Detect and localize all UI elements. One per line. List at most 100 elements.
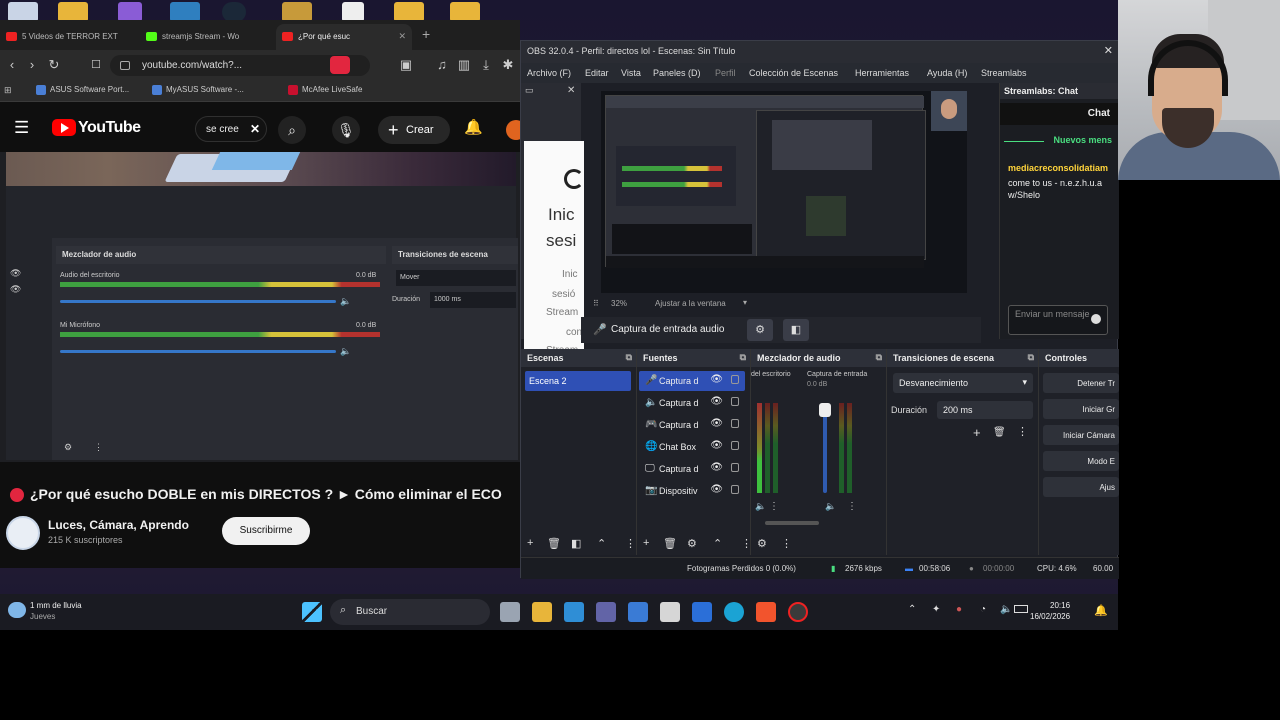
youtube-search-input[interactable]: se cree ✕ xyxy=(195,116,267,142)
trash-icon[interactable]: 🗑 xyxy=(547,537,561,550)
dock-icon[interactable]: ▭ xyxy=(525,85,534,96)
start-virtual-camera-button[interactable]: Iniciar Cámara xyxy=(1043,425,1119,445)
bookmark-icon[interactable]: ☐ xyxy=(88,57,104,73)
wifi-icon[interactable]: ◔ xyxy=(980,604,986,615)
app-icon[interactable] xyxy=(118,2,142,22)
menu-perfil[interactable]: Perfil xyxy=(715,68,736,78)
new-tab-icon[interactable]: + xyxy=(422,26,430,42)
source-item[interactable]: 🎮 Captura d 👁 xyxy=(639,415,745,435)
scrollbar[interactable] xyxy=(765,521,819,525)
zoom-label[interactable]: 32% xyxy=(611,299,627,308)
volume-icon[interactable]: 🔈 xyxy=(1000,604,1012,615)
extensions-icon[interactable]: ✱ xyxy=(500,57,516,73)
close-tab-icon[interactable]: ✕ xyxy=(398,31,406,42)
more-icon[interactable]: ⋮ xyxy=(1017,425,1028,438)
more-icon[interactable]: ⋮ xyxy=(847,501,857,512)
media-icon[interactable]: ♫ xyxy=(434,57,450,73)
lock-icon[interactable] xyxy=(731,397,739,406)
filter-icon[interactable]: ◧ xyxy=(571,537,581,550)
channel-avatar[interactable] xyxy=(6,516,40,550)
source-item[interactable]: 🔈 Captura d 👁 xyxy=(639,393,745,413)
studio-mode-button[interactable]: Modo E xyxy=(1043,451,1119,471)
trash-icon[interactable]: 🗑 xyxy=(993,427,1006,438)
trash-icon[interactable]: 🗑 xyxy=(663,537,677,550)
stop-stream-button[interactable]: Detener Tr xyxy=(1043,373,1119,393)
microphone-icon[interactable]: 🎙 xyxy=(332,116,360,144)
channel-name[interactable]: Luces, Cámara, Aprendo xyxy=(48,518,189,532)
menu-coleccion[interactable]: Colección de Escenas xyxy=(749,68,838,78)
search-icon[interactable]: ⌕ xyxy=(278,116,306,144)
site-info-icon[interactable] xyxy=(120,61,130,70)
more-icon[interactable]: ⋮ xyxy=(781,537,792,550)
fit-label[interactable]: Ajustar a la ventana xyxy=(655,299,726,308)
close-icon[interactable]: ✕ xyxy=(1104,44,1113,57)
menu-vista[interactable]: Vista xyxy=(621,68,641,78)
document-icon[interactable] xyxy=(342,2,364,22)
desktop-icon[interactable] xyxy=(8,2,38,22)
more-icon[interactable]: ⋮ xyxy=(625,537,636,550)
weather-widget[interactable]: 1 mm de lluvia Jueves xyxy=(30,600,82,622)
gear-icon[interactable]: ⚙ xyxy=(757,537,767,550)
obs-preview[interactable] xyxy=(601,91,967,293)
teams-icon[interactable] xyxy=(596,602,616,622)
notification-icon[interactable]: 🔔 xyxy=(1094,604,1108,617)
brave-icon[interactable] xyxy=(756,602,776,622)
eye-icon[interactable]: 👁 xyxy=(710,484,723,495)
vscode-icon[interactable] xyxy=(564,602,584,622)
menu-herramientas[interactable]: Herramientas xyxy=(855,68,909,78)
download-icon[interactable]: ⤓ xyxy=(478,57,494,73)
menu-paneles[interactable]: Paneles (D) xyxy=(653,68,701,78)
gear-icon[interactable]: ⚙ xyxy=(687,537,697,550)
source-item[interactable]: 📷 Dispositiv 👁 xyxy=(639,481,745,501)
extension-icon[interactable] xyxy=(330,56,350,74)
app-icon[interactable] xyxy=(282,2,312,22)
dock-float-icon[interactable]: ⧉ xyxy=(876,352,882,363)
emote-icon[interactable] xyxy=(1091,314,1101,324)
create-button[interactable]: + Crear xyxy=(378,116,450,144)
lock-icon[interactable] xyxy=(731,463,739,472)
weather-icon[interactable] xyxy=(8,602,26,618)
bookmark-item[interactable]: McAfee LiveSafe xyxy=(288,85,362,95)
menu-editar[interactable]: Editar xyxy=(585,68,609,78)
folder-icon[interactable] xyxy=(394,2,424,22)
store-icon[interactable] xyxy=(660,602,680,622)
taskbar-search[interactable]: ⌕ Buscar xyxy=(330,599,490,625)
dock-float-icon[interactable]: ⧉ xyxy=(1028,352,1034,363)
lock-icon[interactable] xyxy=(731,375,739,384)
lock-icon[interactable] xyxy=(731,419,739,428)
back-icon[interactable]: ‹ xyxy=(4,57,20,73)
folder-icon[interactable] xyxy=(58,2,88,22)
battery-icon[interactable] xyxy=(1014,605,1028,613)
app-icon[interactable] xyxy=(628,602,648,622)
eye-icon[interactable]: 👁 xyxy=(710,374,723,385)
settings-button[interactable]: Ajus xyxy=(1043,477,1119,497)
extension-icon[interactable]: ▣ xyxy=(398,57,414,73)
browser-tab-active[interactable]: ¿Por qué esuc ✕ xyxy=(276,24,412,50)
scene-item[interactable]: Escena 2 xyxy=(525,371,631,391)
sidebar-icon[interactable]: ▥ xyxy=(456,57,472,73)
speaker-icon[interactable]: 🔈 xyxy=(825,501,836,512)
chevron-up-icon[interactable]: ⌃ xyxy=(713,537,722,550)
add-icon[interactable]: + xyxy=(973,425,981,440)
fader-handle[interactable] xyxy=(819,403,831,417)
menu-streamlabs[interactable]: Streamlabs xyxy=(981,68,1027,78)
chevron-up-icon[interactable]: ⌃ xyxy=(908,604,916,615)
eye-icon[interactable]: 👁 xyxy=(710,462,723,473)
more-icon[interactable]: ⋮ xyxy=(769,501,779,512)
gear-icon[interactable]: ⚙ xyxy=(747,319,773,341)
apps-icon[interactable]: ⊞ xyxy=(4,85,12,96)
clock[interactable]: 20:16 16/02/2026 xyxy=(1030,600,1070,622)
tray-icon[interactable]: ● xyxy=(956,604,962,615)
start-recording-button[interactable]: Iniciar Gr xyxy=(1043,399,1119,419)
lock-icon[interactable] xyxy=(731,485,739,494)
menu-icon[interactable]: ☰ xyxy=(14,118,29,138)
chevron-up-icon[interactable]: ⌃ xyxy=(597,537,606,550)
bell-icon[interactable]: 🔔 xyxy=(464,118,483,136)
chat-input[interactable]: Enviar un mensaje xyxy=(1008,305,1108,335)
source-item[interactable]: 🌐 Chat Box 👁 xyxy=(639,437,745,457)
eye-icon[interactable]: 👁 xyxy=(710,418,723,429)
dock-float-icon[interactable]: ⧉ xyxy=(626,352,632,363)
new-messages[interactable]: Nuevos mens xyxy=(1000,135,1120,145)
dock-float-icon[interactable]: ⧉ xyxy=(740,352,746,363)
youtube-logo-text[interactable]: YouTube xyxy=(78,119,141,137)
